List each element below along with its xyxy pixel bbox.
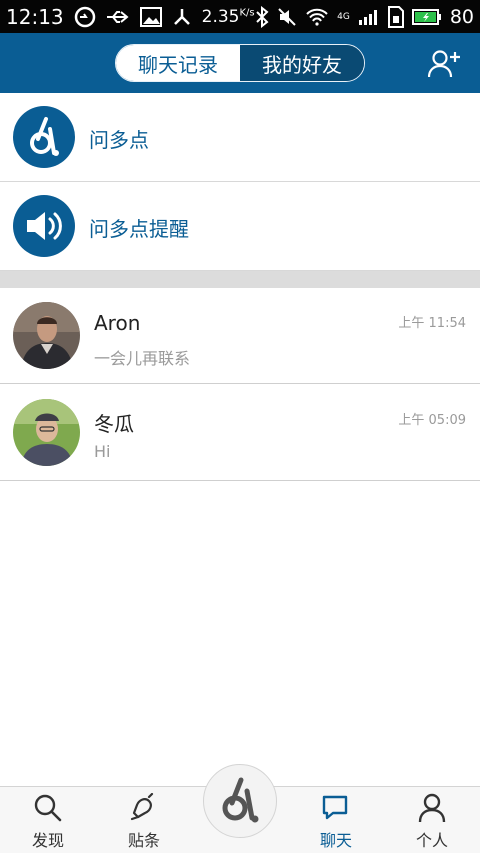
chat-last-message: Hi <box>94 442 111 461</box>
status-speed-unit: K/s <box>239 6 255 18</box>
chat-last-message: 一会儿再联系 <box>94 349 191 368</box>
brand-logo-icon <box>30 117 59 156</box>
speaker-icon <box>27 212 62 240</box>
system-item-label: 问多点提醒 <box>89 217 189 241</box>
image-icon <box>139 6 162 27</box>
chat-item[interactable]: Aron 一会儿再联系 上午 11:54 <box>0 288 480 384</box>
usb-icon <box>106 10 129 23</box>
chat-name: 冬瓜 <box>94 412 134 436</box>
tab-my-friends[interactable]: 我的好友 <box>240 45 364 81</box>
nav-chat[interactable]: 聊天 <box>296 787 376 853</box>
chat-time: 上午 11:54 <box>398 316 466 331</box>
nav-profile[interactable]: 个人 <box>392 787 472 853</box>
person-icon <box>418 793 446 823</box>
center-ask-button[interactable] <box>203 764 277 838</box>
network-share-icon <box>173 8 190 25</box>
avatar <box>13 302 80 369</box>
nav-discover[interactable]: 发现 <box>8 787 88 853</box>
search-icon <box>34 794 62 822</box>
wifi-icon <box>306 8 328 26</box>
add-user-icon[interactable] <box>428 49 462 79</box>
nav-label: 贴条 <box>127 831 160 850</box>
status-speed: 2.35 <box>201 6 240 27</box>
nav-label: 聊天 <box>319 831 352 850</box>
chat-item[interactable]: 冬瓜 Hi 上午 05:09 <box>0 385 480 481</box>
chat-time: 上午 05:09 <box>398 413 466 428</box>
status-bar: 12:13 2.35K/s 4G 80 <box>0 0 480 33</box>
bluetooth-icon <box>256 5 269 28</box>
mute-icon <box>278 7 296 26</box>
system-item-wenduodian[interactable]: 问多点 <box>0 93 480 182</box>
battery-icon <box>411 8 441 25</box>
brand-logo-icon <box>222 777 259 823</box>
segment-control: 聊天记录 我的好友 <box>115 44 365 82</box>
app-header: 聊天记录 我的好友 <box>0 33 480 93</box>
avatar <box>13 399 80 466</box>
status-time: 12:13 <box>6 4 64 29</box>
chat-name: Aron <box>94 311 141 335</box>
chat-bubble-icon <box>322 795 348 820</box>
system-item-reminder[interactable]: 问多点提醒 <box>0 182 480 271</box>
nav-posts[interactable]: 贴条 <box>104 787 184 853</box>
tab-chat-history[interactable]: 聊天记录 <box>116 45 240 81</box>
sync-icon <box>74 6 95 27</box>
bell-icon <box>130 793 154 821</box>
battery-level: 80 <box>449 5 474 28</box>
network-type: 4G <box>337 11 350 22</box>
sim-icon <box>387 5 404 28</box>
section-divider <box>0 271 480 288</box>
signal-icon <box>358 9 377 25</box>
system-item-label: 问多点 <box>89 128 149 152</box>
nav-label: 个人 <box>415 831 448 850</box>
nav-label: 发现 <box>31 831 64 850</box>
